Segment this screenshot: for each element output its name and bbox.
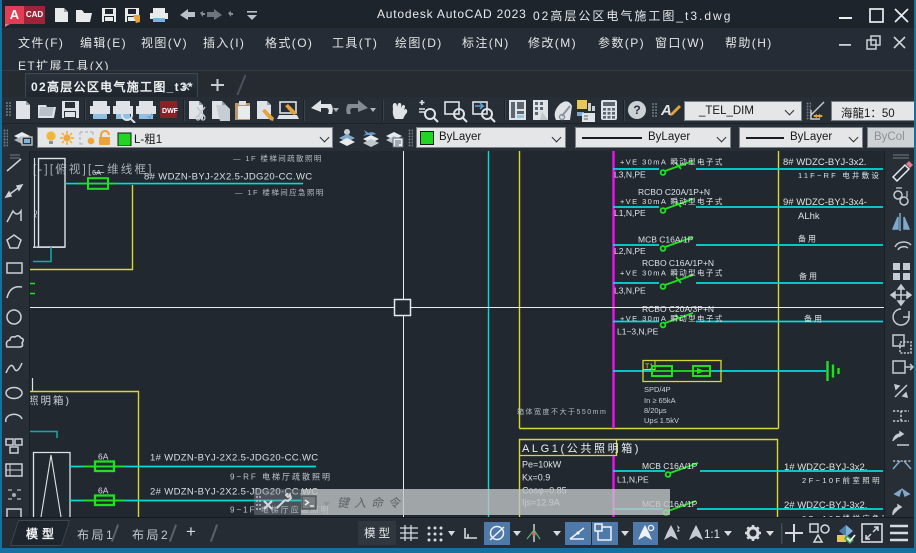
svg-text:11F~RF 电井敷设: 11F~RF 电井敷设	[798, 170, 881, 180]
svg-text:备用: 备用	[804, 314, 824, 324]
svg-text:SPD/4P: SPD/4P	[644, 385, 671, 394]
svg-text:— 1F 楼梯间疏散照明: — 1F 楼梯间疏散照明	[233, 153, 323, 163]
svg-text:A: A	[660, 102, 672, 119]
svg-text:1# WDZN-BYJ-2X2.5-JDG20-CC.WC: 1# WDZN-BYJ-2X2.5-JDG20-CC.WC	[150, 453, 319, 464]
svg-text:箱体宽度不大于550mm: 箱体宽度不大于550mm	[517, 407, 607, 416]
svg-text:9# WDZC-BYJ-3x4-: 9# WDZC-BYJ-3x4-	[783, 197, 867, 208]
svg-text:1# WDZC-BYJ-3x2.: 1# WDZC-BYJ-3x2.	[784, 462, 867, 473]
svg-text:1:1: 1:1	[704, 529, 720, 541]
svg-text:MCB C16A/1P: MCB C16A/1P	[642, 461, 698, 471]
svg-text:备用: 备用	[798, 234, 818, 244]
svg-text:6A: 6A	[98, 486, 109, 496]
svg-text:2F~10F楼梯应急照明: 2F~10F楼梯应急照明	[802, 513, 884, 517]
svg-text:8# WDZC-BYJ-3x2.: 8# WDZC-BYJ-3x2.	[783, 157, 866, 168]
svg-text:Up≤ 1.5kV: Up≤ 1.5kV	[644, 416, 679, 425]
svg-text:+VE 30mA 瞬动型电子式: +VE 30mA 瞬动型电子式	[620, 313, 724, 323]
svg-text:— 1F 楼梯间应急照明: — 1F 楼梯间应急照明	[235, 187, 325, 197]
svg-text:ALhk: ALhk	[798, 211, 820, 222]
svg-text:8# WDZN-BYJ-2X2.5-JDG20-CC.WC: 8# WDZN-BYJ-2X2.5-JDG20-CC.WC	[144, 172, 313, 183]
svg-text:Kx=0.9: Kx=0.9	[522, 473, 550, 483]
svg-text:〜: 〜	[32, 210, 41, 218]
svg-text:+VE 30mA 瞬动型电子式: +VE 30mA 瞬动型电子式	[620, 157, 724, 167]
svg-text:6A: 6A	[92, 168, 101, 177]
svg-text:DWF: DWF	[162, 108, 179, 115]
svg-text:+VE 30mA 瞬动型电子式: +VE 30mA 瞬动型电子式	[620, 196, 724, 206]
svg-text:In ≥ 65kA: In ≥ 65kA	[644, 396, 676, 405]
svg-text:6A: 6A	[98, 452, 109, 462]
svg-text:MCB C16A/1P: MCB C16A/1P	[638, 235, 694, 245]
svg-text:备用: 备用	[799, 271, 819, 281]
svg-text:?: ?	[633, 103, 640, 117]
svg-text:ALG1(公共照明箱): ALG1(公共照明箱)	[522, 441, 641, 455]
svg-text:2F~10F前室照明: 2F~10F前室照明	[802, 475, 882, 485]
svg-text:9~RF 电梯厅疏散照明: 9~RF 电梯厅疏散照明	[230, 472, 332, 482]
svg-text:照明箱): 照明箱)	[30, 394, 71, 407]
svg-text:L1,N,PE: L1,N,PE	[614, 208, 646, 218]
svg-text:L2,N,PE: L2,N,PE	[614, 246, 646, 256]
svg-text:L1~3,N,PE: L1~3,N,PE	[617, 327, 659, 337]
svg-text:8/20μs: 8/20μs	[644, 406, 667, 415]
svg-text:RCBO C16A/1P+N: RCBO C16A/1P+N	[642, 258, 714, 268]
svg-text:L3,N,PE: L3,N,PE	[614, 286, 646, 296]
svg-text:L1,N,PE: L1,N,PE	[617, 475, 649, 485]
svg-text:RCBO C20A/3P+N: RCBO C20A/3P+N	[642, 304, 714, 314]
svg-text:L3,N,PE: L3,N,PE	[614, 170, 646, 180]
svg-text:+VE 30mA 瞬动型电子式: +VE 30mA 瞬动型电子式	[620, 268, 724, 278]
svg-text:Pe=10kW: Pe=10kW	[522, 460, 562, 470]
svg-text:2# WDZC-BYJ-3x2.: 2# WDZC-BYJ-3x2.	[784, 500, 867, 511]
svg-text:RCBO C20A/1P+N: RCBO C20A/1P+N	[638, 187, 710, 197]
